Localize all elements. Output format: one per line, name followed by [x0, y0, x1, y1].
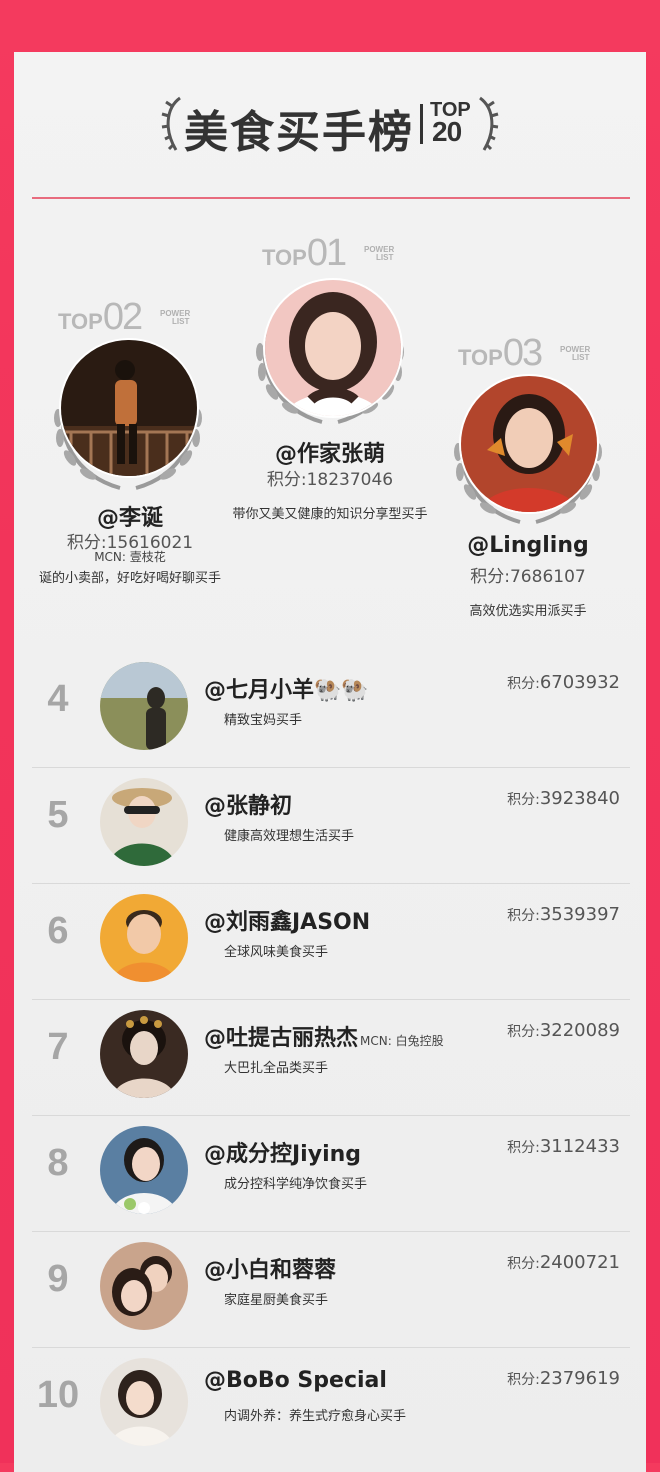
list-item[interactable]: 10 @BoBo Special 内调外养：养生式疗愈身心买手 积分:23796… [32, 1348, 630, 1464]
list-item[interactable]: 4 @七月小羊🐏🐏 精致宝妈买手 积分:6703932 [32, 652, 630, 768]
top1-label: TOP01 POWER LIST [262, 232, 395, 274]
user-desc: 家庭星厨美食买手 [224, 1293, 329, 1308]
list-item[interactable]: 9 @小白和蓉蓉 家庭星厨美食买手 积分:2400721 [32, 1232, 630, 1348]
top2-avatar[interactable] [59, 338, 199, 478]
top1-score: 积分:18237046 [266, 470, 394, 490]
top3-name[interactable]: @Lingling [428, 533, 628, 558]
rank-number: 10 [36, 1374, 80, 1416]
user-name[interactable]: @张静初 [204, 788, 292, 820]
avatar[interactable] [100, 1242, 188, 1330]
top2-label: TOP02 POWER LIST [58, 296, 191, 338]
user-desc: 全球风味美食买手 [224, 945, 329, 960]
rank-number: 4 [47, 678, 69, 720]
rank-number: 8 [47, 1142, 69, 1184]
avatar[interactable] [100, 662, 188, 750]
user-score: 积分:6703932 [507, 672, 620, 693]
avatar[interactable] [100, 1126, 188, 1214]
avatar[interactable] [100, 894, 188, 982]
title-separator [420, 104, 423, 144]
user-score: 积分:2400721 [507, 1252, 620, 1273]
list-item[interactable]: 6 @刘雨鑫JASON 全球风味美食买手 积分:3539397 [32, 884, 630, 1000]
laurel-right-icon [479, 96, 499, 151]
top1-avatar[interactable] [263, 278, 403, 418]
header-divider [32, 197, 630, 199]
rank-number: 6 [47, 910, 69, 952]
user-score: 积分:3923840 [507, 788, 620, 809]
list-item[interactable]: 8 @成分控Jiying 成分控科学纯净饮食买手 积分:3112433 [32, 1116, 630, 1232]
top2-mcn: MCN: 壹枝花 [94, 550, 166, 564]
user-desc: 成分控科学纯净饮食买手 [224, 1177, 368, 1192]
top3-desc: 高效优选实用派买手 [469, 604, 587, 619]
avatar[interactable] [100, 1010, 188, 1098]
user-mcn: MCN: 白兔控股 [360, 1034, 444, 1048]
laurel-left-icon [161, 96, 181, 151]
top1-desc: 带你又美又健康的知识分享型买手 [232, 507, 428, 522]
title-top-number: 20 [432, 116, 462, 147]
top3-label: TOP03 POWER LIST [458, 332, 591, 374]
user-name[interactable]: @小白和蓉蓉 [204, 1252, 336, 1284]
user-name[interactable]: @刘雨鑫JASON [204, 904, 370, 936]
avatar[interactable] [100, 1358, 188, 1446]
rank-number: 9 [47, 1258, 69, 1300]
list-item[interactable]: 7 @吐提古丽热杰 MCN: 白兔控股 大巴扎全品类买手 积分:3220089 [32, 1000, 630, 1116]
top3-avatar[interactable] [459, 374, 599, 514]
user-score: 积分:3539397 [507, 904, 620, 925]
rank-number: 5 [47, 794, 69, 836]
page-title: 美食买手榜 [184, 107, 414, 158]
list-item[interactable]: 5 @张静初 健康高效理想生活买手 积分:3923840 [32, 768, 630, 884]
user-name[interactable]: @七月小羊🐏🐏 [204, 672, 369, 704]
user-desc: 精致宝妈买手 [224, 713, 303, 728]
user-score: 积分:2379619 [507, 1368, 620, 1389]
user-name[interactable]: @吐提古丽热杰 MCN: 白兔控股 [204, 1020, 444, 1052]
top1-name[interactable]: @作家张萌 [230, 436, 430, 468]
top3-score: 积分:7686107 [470, 567, 586, 587]
user-desc: 内调外养：养生式疗愈身心买手 [224, 1409, 407, 1424]
user-desc: 健康高效理想生活买手 [224, 829, 355, 844]
user-name[interactable]: @BoBo Special [204, 1368, 387, 1393]
user-desc: 大巴扎全品类买手 [224, 1061, 329, 1076]
avatar[interactable] [100, 778, 188, 866]
user-name[interactable]: @成分控Jiying [204, 1136, 361, 1168]
top2-desc: 诞的小卖部，好吃好喝好聊买手 [38, 571, 221, 586]
user-score: 积分:3220089 [507, 1020, 620, 1041]
rank-number: 7 [47, 1026, 69, 1068]
user-score: 积分:3112433 [507, 1136, 620, 1157]
